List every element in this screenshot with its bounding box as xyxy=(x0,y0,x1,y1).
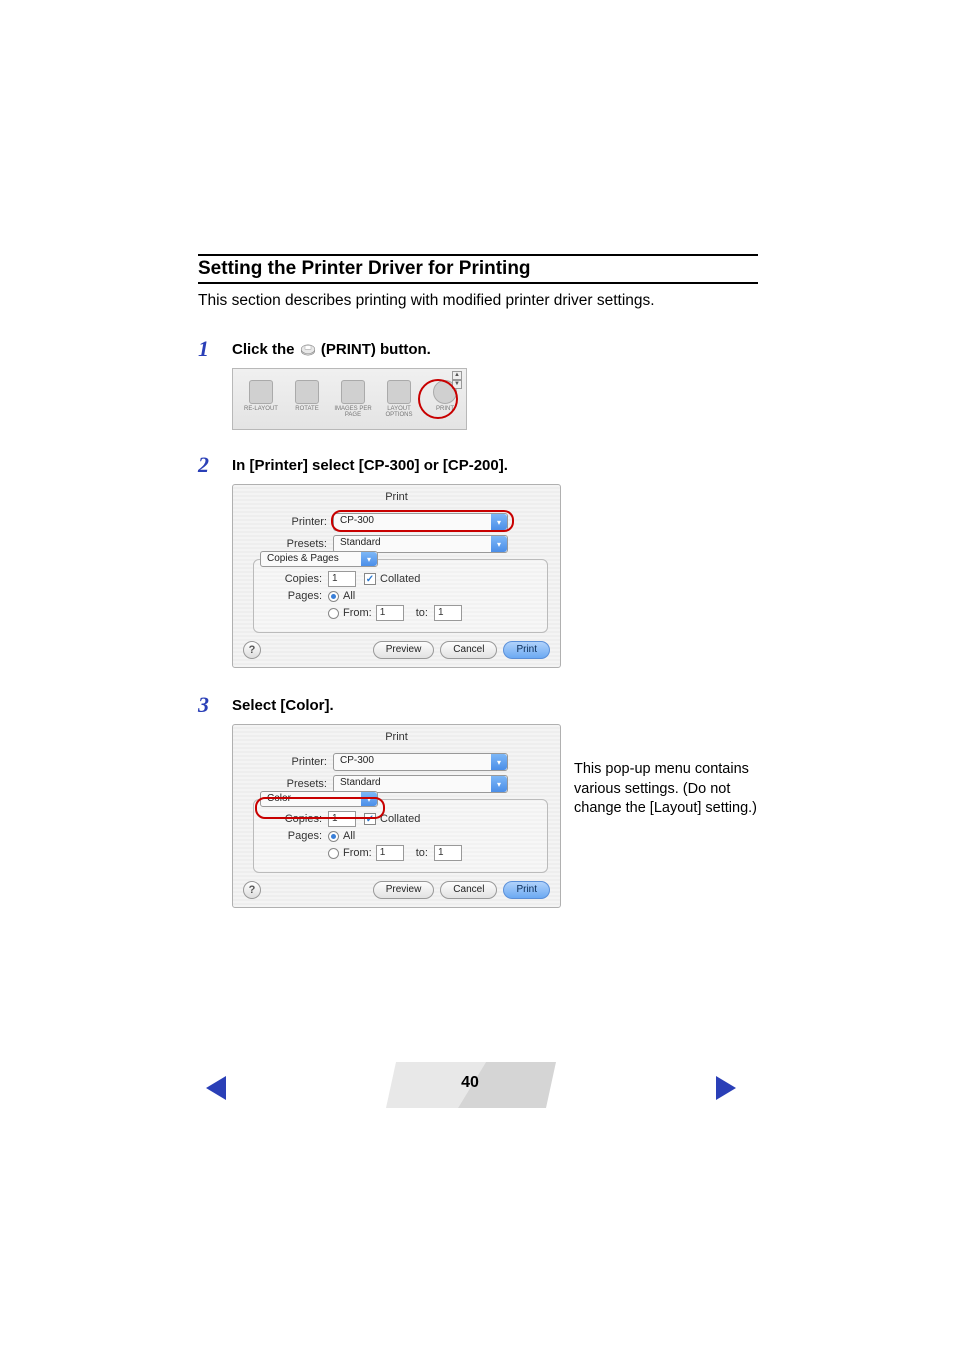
collated-label: Collated xyxy=(380,573,420,585)
pages-all-radio[interactable] xyxy=(328,591,339,602)
to-label: to: xyxy=(416,847,428,859)
collated-label: Collated xyxy=(380,813,420,825)
preview-button[interactable]: Preview xyxy=(373,881,435,899)
copies-label: Copies: xyxy=(264,813,328,825)
cancel-button[interactable]: Cancel xyxy=(440,641,497,659)
pages-label: Pages: xyxy=(264,830,328,842)
copies-label: Copies: xyxy=(264,573,328,585)
collated-checkbox[interactable]: ✓ xyxy=(364,573,376,585)
print-button[interactable]: Print xyxy=(503,881,550,899)
to-input[interactable]: 1 xyxy=(434,845,462,861)
page-number: 40 xyxy=(440,1074,500,1092)
stepper-up-icon: ▲ xyxy=(452,371,462,380)
toolbar-relayout[interactable]: RE-LAYOUT xyxy=(239,380,283,418)
section-select[interactable]: Copies & Pages ▾ xyxy=(260,551,378,567)
toolbar-figure: RE-LAYOUT ROTATE IMAGES PER PAGE LAYOUT … xyxy=(232,368,467,430)
pages-all-label: All xyxy=(343,590,355,602)
copies-input[interactable]: 1 xyxy=(328,571,356,587)
prev-page-arrow-icon[interactable] xyxy=(206,1076,226,1100)
step-number-2: 2 xyxy=(198,454,232,476)
toolbar-layout-options[interactable]: LAYOUT OPTIONS xyxy=(377,380,421,418)
section-select-color[interactable]: Color ▾ xyxy=(260,791,378,807)
dropdown-arrow-icon: ▾ xyxy=(491,536,507,552)
dropdown-arrow-icon: ▾ xyxy=(491,776,507,792)
to-label: to: xyxy=(416,607,428,619)
step-number-1: 1 xyxy=(198,338,232,360)
copies-input[interactable]: 1 xyxy=(328,811,356,827)
printer-label: Printer: xyxy=(233,756,333,768)
highlight-print-circle xyxy=(418,379,458,419)
help-button[interactable]: ? xyxy=(243,881,261,899)
step-3-text: Select [Color]. xyxy=(232,694,334,714)
section-heading: Setting the Printer Driver for Printing xyxy=(198,258,758,284)
dialog-title: Print xyxy=(233,485,560,509)
intro-text: This section describes printing with mod… xyxy=(198,292,758,310)
print-dialog-step2: Print Printer: CP-300 ▾ Presets: Standar… xyxy=(232,484,561,668)
to-input[interactable]: 1 xyxy=(434,605,462,621)
from-input[interactable]: 1 xyxy=(376,605,404,621)
toolbar-rotate[interactable]: ROTATE xyxy=(285,380,329,418)
dropdown-arrow-icon: ▾ xyxy=(361,792,377,806)
dropdown-arrow-icon: ▾ xyxy=(491,754,507,770)
pages-all-radio[interactable] xyxy=(328,831,339,842)
pages-label: Pages: xyxy=(264,590,328,602)
pages-from-radio[interactable] xyxy=(328,848,339,859)
from-label: From: xyxy=(343,847,372,859)
next-page-arrow-icon[interactable] xyxy=(716,1076,736,1100)
print-button[interactable]: Print xyxy=(503,641,550,659)
step-2-text: In [Printer] select [CP-300] or [CP-200]… xyxy=(232,454,508,474)
step-1-text: Click the (PRINT) button. xyxy=(232,338,431,358)
pages-from-radio[interactable] xyxy=(328,608,339,619)
toolbar-images-per-page[interactable]: IMAGES PER PAGE xyxy=(331,380,375,418)
dropdown-arrow-icon: ▾ xyxy=(361,552,377,566)
step-number-3: 3 xyxy=(198,694,232,716)
printer-select[interactable]: CP-300 ▾ xyxy=(333,753,508,771)
dropdown-arrow-icon: ▾ xyxy=(491,514,507,530)
collated-checkbox[interactable]: ✓ xyxy=(364,813,376,825)
from-label: From: xyxy=(343,607,372,619)
from-input[interactable]: 1 xyxy=(376,845,404,861)
sidenote: This pop-up menu contains various settin… xyxy=(574,760,759,819)
print-dialog-step3: Print Printer: CP-300 ▾ Presets: Standar… xyxy=(232,724,561,908)
pages-all-label: All xyxy=(343,830,355,842)
help-button[interactable]: ? xyxy=(243,641,261,659)
printer-label: Printer: xyxy=(233,516,333,528)
printer-select[interactable]: CP-300 ▾ xyxy=(333,513,508,531)
dialog-title: Print xyxy=(233,725,560,749)
print-icon xyxy=(299,343,317,357)
preview-button[interactable]: Preview xyxy=(373,641,435,659)
cancel-button[interactable]: Cancel xyxy=(440,881,497,899)
